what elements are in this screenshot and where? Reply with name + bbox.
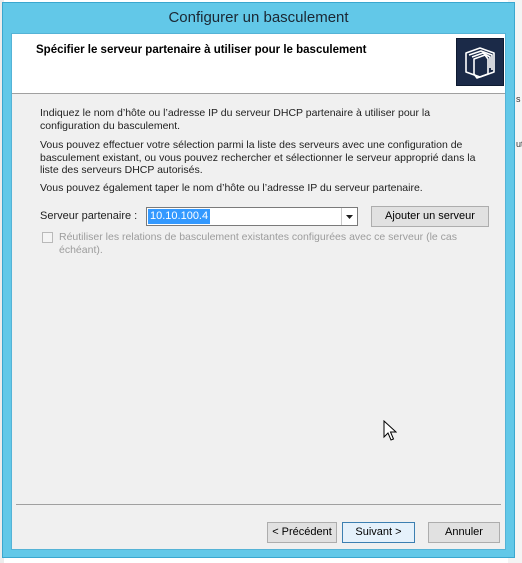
- background-text-fragment: ut: [516, 139, 522, 149]
- instruction-text: Indiquez le nom d’hôte ou l’adresse IP d…: [40, 107, 431, 132]
- partner-server-combobox[interactable]: 10.10.100.4: [146, 207, 358, 226]
- footer-separator: [16, 504, 501, 505]
- mouse-pointer-icon: [383, 419, 398, 445]
- failover-wizard-window: Configurer un basculement Spécifier le s…: [2, 2, 515, 558]
- partner-server-label: Serveur partenaire :: [40, 210, 138, 222]
- reuse-relationships-label: Réutiliser les relations de basculement …: [59, 231, 458, 256]
- selection-help-text: Vous pouvez effectuer votre sélection pa…: [40, 139, 476, 176]
- partner-server-value[interactable]: 10.10.100.4: [148, 209, 211, 224]
- page-title: Spécifier le serveur partenaire à utilis…: [36, 44, 367, 56]
- back-button[interactable]: < Précédent: [267, 522, 337, 543]
- next-button[interactable]: Suivant >: [342, 522, 415, 543]
- dropdown-arrow-icon[interactable]: [341, 208, 357, 225]
- window-title[interactable]: Configurer un basculement: [3, 3, 514, 33]
- add-server-button[interactable]: Ajouter un serveur: [371, 206, 489, 227]
- wizard-header: Spécifier le serveur partenaire à utilis…: [12, 34, 505, 94]
- wizard-client-area: Spécifier le serveur partenaire à utilis…: [11, 33, 506, 550]
- cancel-button[interactable]: Annuler: [428, 522, 500, 543]
- manual-entry-help-text: Vous pouvez également taper le nom d’hôt…: [40, 182, 423, 194]
- wizard-folders-icon: [456, 38, 504, 86]
- background-text-fragment: s: [516, 94, 521, 104]
- reuse-relationships-checkbox[interactable]: [42, 232, 53, 243]
